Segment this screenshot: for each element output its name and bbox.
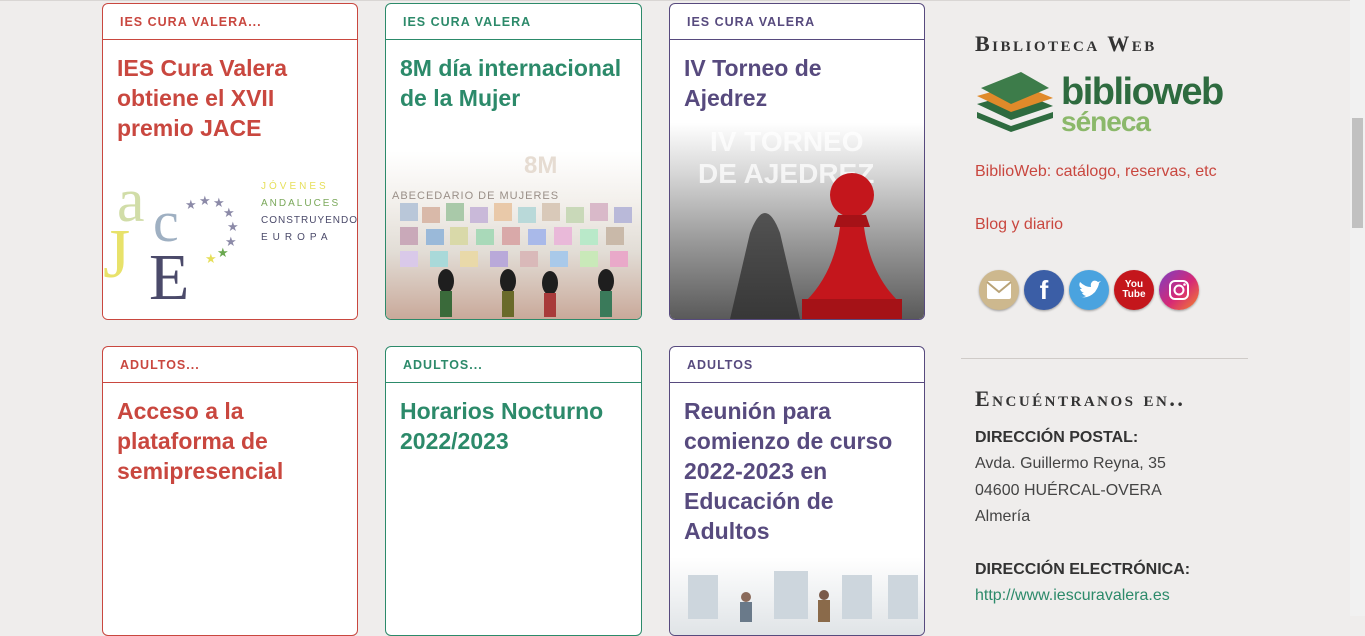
card-category[interactable]: IES CURA VALERA... xyxy=(103,4,357,40)
card-category[interactable]: IES CURA VALERA xyxy=(386,4,641,40)
postal-address-label: DIRECCIÓN POSTAL: xyxy=(975,429,1139,446)
8m-mural-image[interactable]: 8M ABECEDARIO DE MUJERES xyxy=(386,151,641,319)
postal-address-line: 04600 HUÉRCAL-OVERA xyxy=(975,482,1162,499)
svg-text:★: ★ xyxy=(199,193,211,208)
red-pawn-icon xyxy=(802,173,902,319)
card-category[interactable]: ADULTOS... xyxy=(386,347,641,383)
card-title[interactable]: IV Torneo de Ajedrez xyxy=(670,40,924,113)
postal-address-line: Avda. Guillermo Reyna, 35 xyxy=(975,455,1166,472)
8m-headline: 8M xyxy=(524,152,557,179)
chess-text-line1: IV TORNEO xyxy=(710,126,864,157)
post-card-8m[interactable]: IES CURA VALERA 8M día internacional de … xyxy=(385,3,642,320)
card-title[interactable]: IES Cura Valera obtiene el XVII premio J… xyxy=(103,40,357,143)
jace-logo-image[interactable]: a c J E ★ ★ ★ ★ ★ ★ ★ ★ JÓVENES ANDALUCES CO… xyxy=(103,149,357,319)
jace-letter-j: J xyxy=(103,216,130,293)
post-card-jace[interactable]: IES CURA VALERA... IES Cura Valera obtie… xyxy=(102,3,358,320)
eu-stars-icon: ★ ★ ★★ ★★ ★★ xyxy=(185,193,239,266)
email-address-label: DIRECCIÓN ELECTRÓNICA: xyxy=(975,561,1191,578)
post-card-reunion[interactable]: ADULTOS Reunión para comienzo de curso 2… xyxy=(669,346,925,636)
card-title[interactable]: Horarios Nocturno 2022/2023 xyxy=(386,383,641,456)
card-title[interactable]: Acceso a la plataforma de semipresencial xyxy=(103,383,357,486)
find-us-heading: Encuéntranos en.. xyxy=(975,386,1186,411)
biblioteca-heading: Biblioteca Web xyxy=(975,31,1157,56)
biblioweb-link[interactable]: BiblioWeb: catálogo, reservas, etc xyxy=(975,163,1217,181)
youtube-icon[interactable]: You Tube xyxy=(1114,270,1154,310)
post-card-horarios[interactable]: ADULTOS... Horarios Nocturno 2022/2023 xyxy=(385,346,642,636)
seneca-wordmark: séneca xyxy=(1061,106,1151,136)
card-title[interactable]: Reunión para comienzo de curso 2022-2023… xyxy=(670,383,924,546)
svg-text:★: ★ xyxy=(223,205,235,220)
jace-tagline-3: CONSTRUYENDO xyxy=(261,215,358,226)
reunion-image[interactable] xyxy=(670,557,924,635)
sidebar-divider xyxy=(961,358,1248,359)
jace-tagline-4: EUROPA xyxy=(261,232,333,243)
dancers xyxy=(438,269,614,317)
postal-address-line: Almería xyxy=(975,508,1031,525)
mail-icon[interactable] xyxy=(979,270,1019,310)
jace-tagline-2: ANDALUCES xyxy=(261,198,340,209)
top-border xyxy=(0,0,1365,1)
jace-letter-e: E xyxy=(149,241,189,314)
pawn-shadow xyxy=(730,213,800,319)
card-category[interactable]: ADULTOS xyxy=(670,347,924,383)
8m-subtitle: ABECEDARIO DE MUJERES xyxy=(392,190,559,202)
svg-text:★: ★ xyxy=(185,197,197,212)
chess-tournament-image[interactable]: IV TORNEO DE AJEDREZ xyxy=(670,123,924,319)
twitter-icon[interactable] xyxy=(1069,270,1109,310)
books-icon xyxy=(977,72,1053,132)
card-category[interactable]: ADULTOS... xyxy=(103,347,357,383)
website-link[interactable]: http://www.iescuravalera.es xyxy=(975,583,1170,610)
scrollbar-thumb[interactable] xyxy=(1352,118,1363,228)
svg-text:★: ★ xyxy=(227,219,239,234)
blog-link[interactable]: Blog y diario xyxy=(975,216,1063,234)
alphabet-letters xyxy=(400,203,632,267)
facebook-icon[interactable]: f xyxy=(1024,270,1064,310)
svg-text:★: ★ xyxy=(205,251,217,266)
svg-text:★: ★ xyxy=(217,245,229,260)
card-category[interactable]: IES CURA VALERA xyxy=(670,4,924,40)
post-card-ajedrez[interactable]: IES CURA VALERA IV Torneo de Ajedrez IV … xyxy=(669,3,925,320)
biblioweb-logo[interactable]: biblioweb séneca xyxy=(975,66,1235,137)
instagram-icon[interactable] xyxy=(1159,270,1199,310)
jace-tagline-1: JÓVENES xyxy=(261,179,329,192)
scrollbar[interactable] xyxy=(1350,0,1365,616)
card-title[interactable]: 8M día internacional de la Mujer xyxy=(386,40,641,113)
post-card-semipresencial[interactable]: ADULTOS... Acceso a la plataforma de sem… xyxy=(102,346,358,636)
